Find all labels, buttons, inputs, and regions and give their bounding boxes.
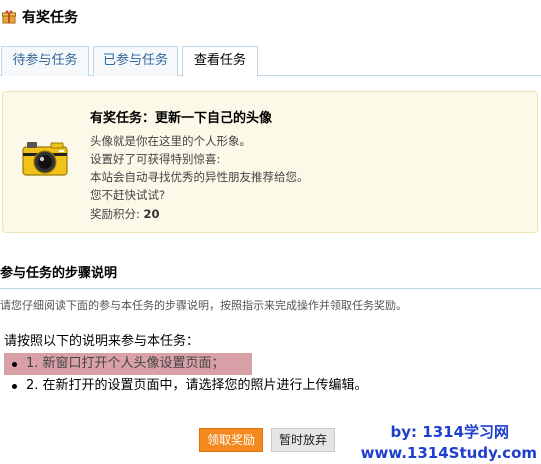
task-card: 有奖任务：更新一下自己的头像 头像就是你在这里的个人形象。 设置好了可获得特别惊… (2, 91, 538, 233)
task-reward: 奖励积分: 20 (90, 205, 530, 223)
steps-intro: 请按照以下的说明来参与本任务： (4, 334, 200, 349)
steps-section-description: 请您仔细阅读下面的参与本任务的步骤说明，按照指示来完成操作并领取任务奖励。 (0, 299, 407, 312)
task-tabs: 待参与任务 已参与任务 查看任务 (0, 46, 541, 77)
bullet-icon (12, 384, 17, 389)
watermark-line: by: 1314学习网 (390, 423, 509, 441)
page-header: 有奖任务 (2, 6, 78, 28)
step-open-avatar-settings[interactable]: 1. 新窗口打开个人头像设置页面； (4, 353, 252, 375)
watermark: by: 1314学习网 www.1314Study.com (361, 422, 537, 464)
reward-label: 奖励积分: (90, 207, 140, 221)
steps-list: 请按照以下的说明来参与本任务： 1. 新窗口打开个人头像设置页面； 2. 在新打… (4, 333, 534, 397)
task-content: 有奖任务：更新一下自己的头像 头像就是你在这里的个人形象。 设置好了可获得特别惊… (90, 108, 530, 223)
task-description-line: 本站会自动寻找优秀的异性朋友推荐给您。 (90, 170, 309, 184)
section-divider (0, 288, 541, 289)
bullet-icon (12, 362, 17, 367)
reward-value: 20 (143, 207, 160, 221)
step-label: 1. 新窗口打开个人头像设置页面； (26, 356, 225, 371)
task-title: 有奖任务：更新一下自己的头像 (90, 111, 273, 126)
camera-icon (21, 139, 69, 177)
step-label: 2. 在新打开的设置页面中，请选择您的照片进行上传编辑。 (26, 378, 368, 393)
page-title: 有奖任务 (22, 10, 78, 26)
task-description-line: 设置好了可获得特别惊喜: (90, 152, 221, 166)
steps-section-title: 参与任务的步骤说明 (0, 266, 118, 281)
abandon-task-button[interactable]: 暂时放弃 (271, 428, 335, 452)
step-upload-photo: 2. 在新打开的设置页面中，请选择您的照片进行上传编辑。 (4, 375, 534, 397)
watermark-line: www.1314Study.com (360, 444, 537, 462)
tab-pending-tasks[interactable]: 待参与任务 (1, 46, 89, 76)
tab-joined-tasks[interactable]: 已参与任务 (93, 46, 178, 76)
claim-reward-button[interactable]: 领取奖励 (199, 428, 263, 452)
task-description-line: 您不赶快试试? (90, 188, 166, 202)
tab-view-task[interactable]: 查看任务 (182, 46, 258, 77)
task-description-line: 头像就是你在这里的个人形象。 (90, 134, 251, 148)
gift-icon (2, 10, 16, 24)
